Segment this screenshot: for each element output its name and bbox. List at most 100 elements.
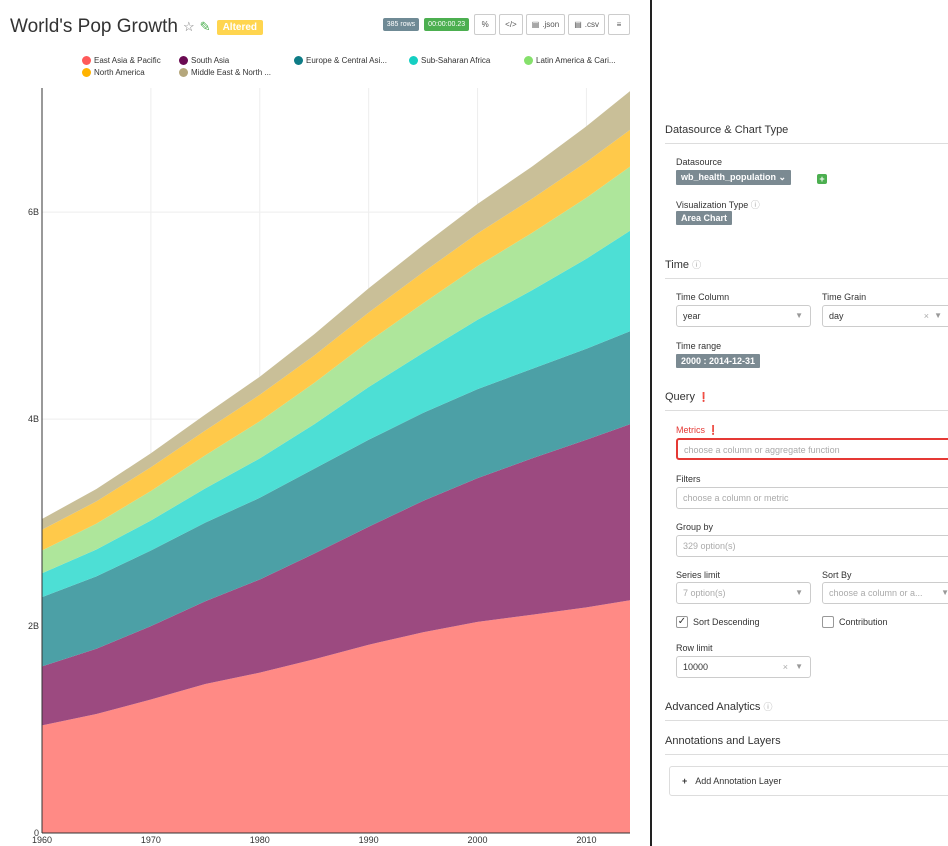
- caret-down-icon: ▼: [795, 662, 803, 671]
- query-time-badge: 00:00:00.23: [424, 18, 470, 31]
- y-tick-label: 6B: [28, 207, 39, 217]
- contribution-checkbox[interactable]: Contribution: [822, 616, 888, 628]
- export-csv-button[interactable]: ▤ .csv: [568, 14, 605, 35]
- filters-placeholder: choose a column or metric: [683, 493, 789, 503]
- section-title: Advanced Analytics: [665, 701, 761, 713]
- add-datasource-icon[interactable]: +: [817, 174, 827, 184]
- section-datasource-header[interactable]: Datasource & Chart Type ^: [665, 124, 948, 144]
- chevron-down-icon: ⌄: [778, 172, 787, 182]
- legend-label: Sub-Saharan Africa: [421, 56, 491, 65]
- row-limit-label: Row limit: [676, 643, 713, 653]
- section-annotations-header[interactable]: Annotations and Layers ^: [665, 735, 948, 755]
- checkbox-empty-icon: [822, 616, 834, 628]
- legend-label: Latin America & Cari...: [536, 56, 616, 65]
- altered-badge[interactable]: Altered: [216, 19, 264, 35]
- legend-item[interactable]: East Asia & Pacific: [82, 56, 161, 65]
- legend-item[interactable]: Middle East & North ...: [179, 68, 271, 77]
- series-limit-label: Series limit: [676, 570, 721, 580]
- metrics-placeholder: choose a column or aggregate function: [684, 445, 840, 455]
- legend-item[interactable]: South Asia: [179, 56, 229, 65]
- chart-toolbar: 385 rows 00:00:00.23 % </> ▤ .json ▤ .csv …: [382, 14, 630, 35]
- time-column-value: year: [683, 311, 701, 321]
- datasource-value: wb_health_population: [681, 172, 777, 182]
- info-icon: ⓘ: [750, 200, 760, 210]
- sort-descending-label: Sort Descending: [693, 617, 760, 627]
- app-root: World's Pop Growth ☆ ✎ Altered 385 rows …: [0, 0, 948, 846]
- legend-dot: [82, 68, 91, 77]
- time-range-label: Time range: [676, 341, 722, 351]
- legend-dot: [524, 56, 533, 65]
- more-menu-button[interactable]: ≡: [608, 14, 630, 35]
- contribution-label: Contribution: [839, 617, 888, 627]
- sort-descending-checkbox[interactable]: ✓ Sort Descending: [676, 616, 760, 628]
- export-json-button[interactable]: ▤ .json: [525, 14, 566, 35]
- star-icon[interactable]: ☆: [183, 19, 195, 35]
- file-icon: ▤: [531, 20, 540, 29]
- add-annotation-label: Add Annotation Layer: [695, 776, 782, 786]
- clear-icon[interactable]: ×: [783, 662, 788, 672]
- section-advanced-analytics-header[interactable]: Advanced Analytics ⓘ v: [665, 700, 948, 721]
- caret-down-icon: ▼: [795, 588, 803, 597]
- info-icon: ⓘ: [692, 260, 702, 270]
- json-label: .json: [542, 20, 560, 29]
- series-limit-placeholder: 7 option(s): [683, 588, 726, 598]
- sort-by-placeholder: choose a column or a...: [829, 588, 923, 598]
- checkbox-checked-icon: ✓: [676, 616, 688, 628]
- title-row: World's Pop Growth ☆ ✎ Altered: [10, 16, 264, 38]
- legend-label: South Asia: [191, 56, 230, 65]
- x-tick-label: 1970: [141, 835, 161, 845]
- group-by-placeholder: 329 option(s): [683, 541, 736, 551]
- legend-item[interactable]: North America: [82, 68, 145, 77]
- legend-item[interactable]: Europe & Central Asi...: [294, 56, 387, 65]
- x-tick-label: 2010: [576, 835, 596, 845]
- time-range-picker[interactable]: 2000 : 2014-12-31: [676, 354, 761, 368]
- metrics-select[interactable]: choose a column or aggregate function ▼: [676, 438, 948, 460]
- control-panel: Datasource & Chart Type ^ Datasource wb_…: [652, 0, 948, 846]
- code-icon: </>: [505, 20, 517, 29]
- plus-icon: +: [682, 776, 688, 786]
- metrics-label-text: Metrics: [676, 425, 705, 435]
- x-tick-label: 1990: [359, 835, 379, 845]
- share-link-button[interactable]: %: [474, 14, 497, 35]
- chart-panel: World's Pop Growth ☆ ✎ Altered 385 rows …: [0, 0, 648, 846]
- datasource-label: Datasource: [676, 157, 723, 167]
- viz-type-label-text: Visualization Type: [676, 200, 749, 210]
- embed-code-button[interactable]: </>: [499, 14, 523, 35]
- legend-label: North America: [94, 68, 145, 77]
- filters-select[interactable]: choose a column or metric ▼: [676, 487, 948, 509]
- link-icon: %: [481, 20, 489, 29]
- edit-icon[interactable]: ✎: [200, 19, 211, 35]
- rows-count-badge: 385 rows: [382, 18, 420, 31]
- info-icon: ⓘ: [763, 702, 773, 712]
- time-grain-select[interactable]: day × ▼: [822, 305, 948, 327]
- row-limit-select[interactable]: 10000 × ▼: [676, 656, 811, 678]
- section-query-header[interactable]: Query ❗ ^: [665, 391, 948, 411]
- legend-label: Middle East & North ...: [191, 68, 272, 77]
- group-by-select[interactable]: 329 option(s) ▼: [676, 535, 948, 557]
- filters-label: Filters: [676, 474, 701, 484]
- legend-dot: [294, 56, 303, 65]
- section-title: Datasource & Chart Type: [665, 124, 789, 136]
- x-tick-label: 1980: [250, 835, 270, 845]
- legend-dot: [82, 56, 91, 65]
- sort-by-select[interactable]: choose a column or a... ▼: [822, 582, 948, 604]
- viz-type-select[interactable]: Area Chart: [676, 211, 733, 225]
- legend-item[interactable]: Latin America & Cari...: [524, 56, 616, 65]
- section-time-header[interactable]: Time ⓘ ^: [665, 258, 948, 279]
- viz-type-label: Visualization Type ⓘ: [676, 198, 760, 211]
- file-icon: ▤: [574, 20, 582, 29]
- time-column-select[interactable]: year ▼: [676, 305, 811, 327]
- clear-icon[interactable]: ×: [924, 311, 929, 321]
- row-limit-value: 10000: [683, 662, 709, 672]
- caret-down-icon: ▼: [941, 588, 948, 597]
- section-title: Query: [665, 391, 695, 403]
- legend-item[interactable]: Sub-Saharan Africa: [409, 56, 490, 65]
- legend-label: East Asia & Pacific: [94, 56, 161, 65]
- add-annotation-layer-button[interactable]: + Add Annotation Layer: [669, 766, 948, 796]
- datasource-select[interactable]: wb_health_population ⌄: [676, 170, 792, 185]
- time-grain-label: Time Grain: [822, 292, 867, 302]
- legend-label: Europe & Central Asi...: [306, 56, 387, 65]
- time-column-label: Time Column: [676, 292, 730, 302]
- series-limit-select[interactable]: 7 option(s) ▼: [676, 582, 811, 604]
- alert-icon: ❗: [707, 425, 719, 435]
